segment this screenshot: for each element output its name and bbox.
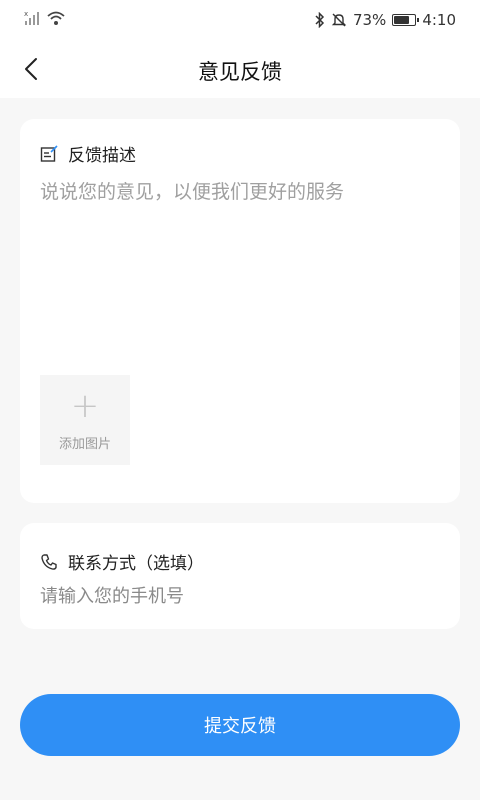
status-left: x [24,10,66,26]
contact-card: 联系方式（选填） [20,523,460,629]
contact-label-row: 联系方式（选填） [40,549,204,574]
phone-number-input[interactable] [40,581,440,611]
feedback-card: 反馈描述 + 添加图片 [20,119,460,503]
status-time: 4:10 [422,11,456,29]
edit-note-icon [40,144,58,162]
feedback-label: 反馈描述 [68,146,136,166]
feedback-description-input[interactable] [40,177,440,357]
feedback-label-row: 反馈描述 [40,141,136,166]
phone-icon [41,553,57,570]
submit-feedback-button[interactable]: 提交反馈 [20,694,460,756]
svg-text:x: x [24,10,28,18]
bluetooth-icon [315,12,325,28]
plus-icon: + [70,386,100,426]
add-photo-label: 添加图片 [58,437,111,452]
status-bar: x 73% 4:10 [0,0,480,40]
add-photo-button[interactable]: + 添加图片 [40,375,130,465]
nav-bar: 意见反馈 [0,40,480,98]
contact-label: 联系方式（选填） [68,554,204,574]
signal-icon: x [24,10,39,25]
battery-percent: 73% [352,11,387,29]
battery-icon [392,14,420,26]
mute-icon [331,13,347,27]
status-right: 73% 4:10 [315,11,456,29]
battery-fill [394,16,409,24]
wifi-icon [47,11,65,25]
page-title: 意见反馈 [198,60,282,84]
